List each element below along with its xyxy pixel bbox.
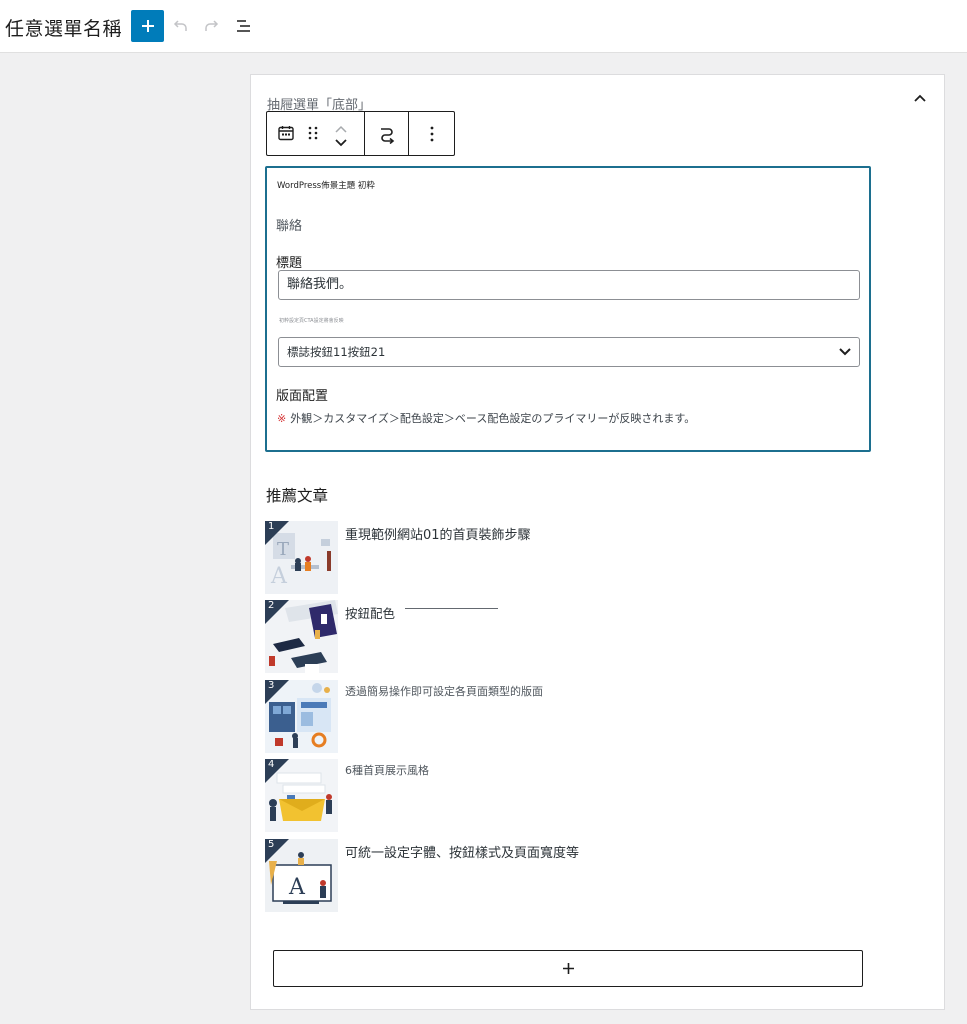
title-field-label: 標題 bbox=[276, 256, 303, 271]
transform-icon bbox=[380, 127, 394, 144]
rank-number: 1 bbox=[268, 521, 275, 532]
post-title[interactable]: 6種首頁展示風格 bbox=[345, 762, 429, 778]
collapse-panel-button[interactable] bbox=[911, 89, 929, 107]
post-thumbnail: 3 bbox=[265, 680, 338, 753]
site-name: WordPress佈景主題 初粋 bbox=[277, 181, 375, 191]
layout-label: 版面配置 bbox=[276, 389, 329, 404]
post-thumbnail: 4 bbox=[265, 759, 338, 832]
redo-icon bbox=[205, 20, 219, 31]
note-text: 外観＞カスタマイズ＞配色設定＞ベース配色設定のプライマリーが反映されます。 bbox=[290, 412, 696, 425]
rank-number: 4 bbox=[268, 759, 275, 770]
rank-number: 2 bbox=[268, 600, 275, 611]
block-toolbar-group-main bbox=[267, 112, 365, 155]
post-title[interactable]: 按鈕配色 bbox=[345, 603, 395, 622]
calendar-icon bbox=[278, 126, 294, 141]
undo-button[interactable] bbox=[168, 14, 192, 38]
list-view-icon bbox=[237, 20, 250, 32]
contact-label: 聯絡 bbox=[276, 219, 303, 234]
recommended-heading: 推薦文章 bbox=[266, 487, 329, 505]
svg-text:A: A bbox=[288, 875, 306, 900]
post-item[interactable]: 4 6種首頁展示風格 bbox=[265, 759, 865, 832]
color-note: ※ 外観＞カスタマイズ＞配色設定＞ベース配色設定のプライマリーが反映されます。 bbox=[277, 410, 695, 426]
add-block-button[interactable] bbox=[131, 10, 164, 42]
editor-header: 任意選單名稱 bbox=[0, 0, 967, 53]
undo-icon bbox=[173, 20, 187, 31]
drag-handle-icon bbox=[308, 126, 318, 140]
title-field[interactable]: 聯絡我們。 bbox=[278, 270, 860, 300]
navigation-panel: 抽屜選單「底部」 WordPress佈景主題 初粋 聯絡 標題 聯絡我們。 初粋… bbox=[250, 74, 945, 1010]
drag-handle[interactable] bbox=[307, 125, 323, 143]
post-thumbnail: T A 1 bbox=[265, 521, 338, 594]
cta-widget-block[interactable]: WordPress佈景主題 初粋 聯絡 標題 聯絡我們。 初粋設定頁CTA設定將… bbox=[265, 166, 871, 452]
menu-name-title: 任意選單名稱 bbox=[5, 18, 123, 40]
block-type-button[interactable] bbox=[277, 124, 297, 144]
svg-text:A: A bbox=[270, 564, 288, 589]
cta-setting-note: 初粋設定頁CTA設定將會反映 bbox=[279, 318, 344, 324]
plus-icon bbox=[141, 20, 154, 32]
post-item[interactable]: 3 透過簡易操作即可設定各頁面類型的版面 bbox=[265, 680, 865, 753]
post-title[interactable]: 透過簡易操作即可設定各頁面類型的版面 bbox=[345, 683, 543, 699]
chevron-down-icon bbox=[839, 348, 851, 356]
chevron-up-icon bbox=[914, 94, 926, 102]
post-item[interactable]: T A 1 重現範例網站01的首頁裝飾步驟 bbox=[265, 521, 865, 594]
add-block-appender[interactable] bbox=[273, 950, 863, 987]
post-title[interactable]: 可統一設定字體、按鈕樣式及頁面寬度等 bbox=[345, 842, 579, 861]
list-view-button[interactable] bbox=[232, 14, 256, 38]
plus-icon bbox=[562, 963, 574, 974]
rank-number: 5 bbox=[268, 839, 275, 850]
post-thumbnail: A 5 bbox=[265, 839, 338, 912]
more-options-icon bbox=[430, 126, 433, 141]
more-options-button[interactable] bbox=[409, 112, 454, 155]
redo-button[interactable] bbox=[200, 14, 224, 38]
move-down-button[interactable] bbox=[334, 133, 350, 147]
note-mark: ※ bbox=[277, 411, 287, 425]
move-down-icon bbox=[335, 139, 347, 147]
post-item[interactable]: A 5 可統一設定字體、按鈕樣式及頁面寬度等 bbox=[265, 839, 865, 912]
transform-button[interactable] bbox=[365, 112, 409, 155]
post-thumbnail: 2 bbox=[265, 600, 338, 673]
move-up-button[interactable] bbox=[334, 119, 350, 133]
rank-number: 3 bbox=[268, 680, 275, 691]
button-style-select[interactable]: 標誌按鈕11按鈕21 bbox=[278, 337, 860, 367]
post-title[interactable]: 重現範例網站01的首頁裝飾步驟 bbox=[345, 524, 531, 543]
button-style-select-value: 標誌按鈕11按鈕21 bbox=[287, 345, 386, 359]
post-item[interactable]: 2 按鈕配色 bbox=[265, 600, 865, 673]
divider bbox=[405, 608, 498, 609]
block-toolbar bbox=[266, 111, 455, 156]
